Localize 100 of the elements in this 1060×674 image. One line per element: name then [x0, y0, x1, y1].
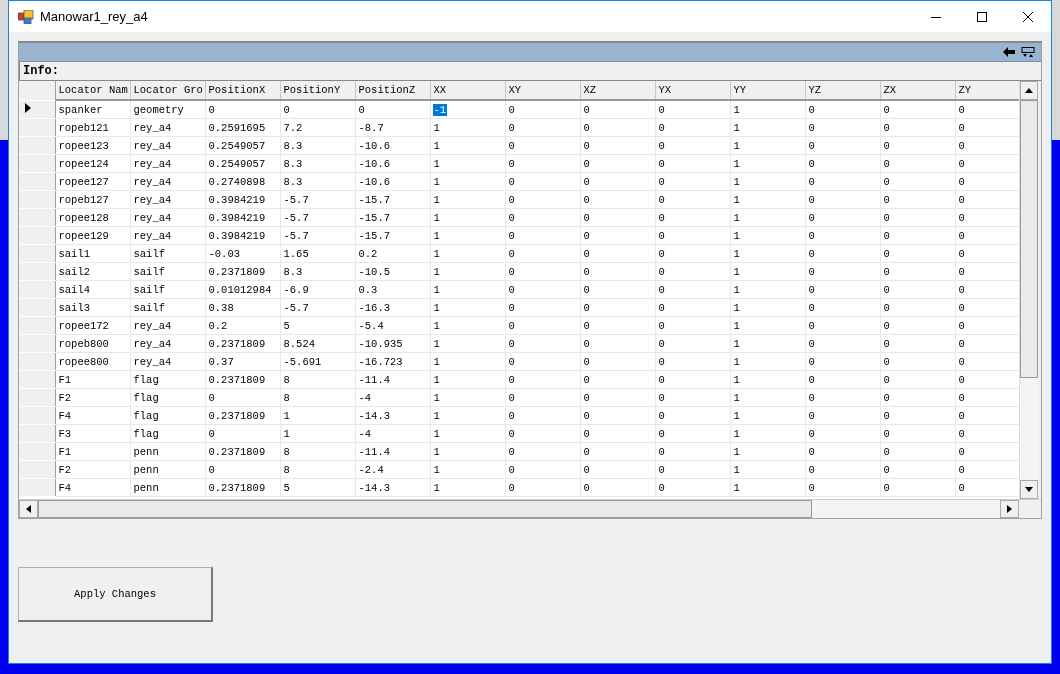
table-cell: -16.723 [357, 355, 404, 368]
table-cell: 0 [507, 445, 516, 458]
dropdown-panel-icon[interactable] [1021, 46, 1035, 58]
table-cell: 1 [432, 283, 441, 296]
table-cell: flag [132, 409, 160, 422]
table-cell: 0 [957, 139, 966, 152]
table-cell: 0 [507, 319, 516, 332]
table-cell: penn [132, 481, 160, 494]
table-cell: 0 [882, 121, 891, 134]
column-header[interactable]: XY [505, 81, 580, 100]
table-cell: 0 [807, 355, 816, 368]
table-cell: 0 [507, 427, 516, 440]
table-cell: 0.3984219 [207, 229, 267, 242]
table-cell: 0 [582, 157, 591, 170]
table-cell: ropee124 [57, 157, 110, 170]
table-cell: rey_a4 [132, 211, 173, 224]
table-cell: sail2 [57, 265, 91, 278]
table-cell: -4 [357, 391, 373, 404]
table-cell: -5.4 [357, 319, 385, 332]
table-cell: 0 [507, 301, 516, 314]
table-cell: 0 [582, 463, 591, 476]
table-cell: 8.3 [282, 175, 304, 188]
table-cell: 0 [582, 175, 591, 188]
table-cell: 8.524 [282, 337, 316, 350]
column-header[interactable]: YY [730, 81, 805, 100]
table-cell: 1 [432, 337, 441, 350]
table-cell: -15.7 [357, 193, 391, 206]
table-cell: 0 [957, 283, 966, 296]
column-header[interactable]: Locator Gro [130, 81, 205, 100]
column-header[interactable]: XX [430, 81, 505, 100]
table-cell: 0 [807, 283, 816, 296]
scrollbar-thumb[interactable] [1020, 100, 1038, 378]
table-cell: 0 [882, 265, 891, 278]
scroll-up-icon[interactable] [1025, 88, 1033, 93]
table-cell: 8 [282, 445, 291, 458]
table-cell: 1 [432, 121, 441, 134]
table-cell: 0 [582, 283, 591, 296]
column-header[interactable]: YZ [805, 81, 880, 100]
column-header[interactable]: PositionX [205, 81, 280, 100]
table-cell: 1 [432, 211, 441, 224]
table-cell: 0 [882, 139, 891, 152]
table-cell: 1 [432, 301, 441, 314]
table-cell: 1 [432, 445, 441, 458]
table-cell: -5.7 [282, 211, 310, 224]
table-cell: -15.7 [357, 211, 391, 224]
table-cell: ropee127 [57, 175, 110, 188]
table-cell: 0 [957, 247, 966, 260]
column-header[interactable]: ZX [880, 81, 955, 100]
column-header[interactable]: Locator Nam [55, 81, 130, 100]
scroll-left-icon[interactable] [26, 505, 31, 513]
table-cell: 1 [732, 283, 741, 296]
table-cell: -6.9 [282, 283, 310, 296]
table-cell: 0.3984219 [207, 193, 267, 206]
table-cell: 8.3 [282, 139, 304, 152]
table-cell: 0 [807, 427, 816, 440]
table-cell: -10.5 [357, 265, 391, 278]
horizontal-scrollbar[interactable] [19, 500, 1019, 518]
table-cell: 0.37 [207, 355, 235, 368]
column-header[interactable]: YX [655, 81, 730, 100]
table-cell: 0 [357, 103, 366, 116]
table-cell: 0 [957, 427, 966, 440]
table-cell: 1 [732, 229, 741, 242]
table-cell: 1 [432, 265, 441, 278]
column-header[interactable]: PositionY [280, 81, 355, 100]
table-cell: 1 [732, 337, 741, 350]
table-cell: -11.4 [357, 373, 391, 386]
table-cell: 0 [582, 211, 591, 224]
table-cell: 0 [957, 211, 966, 224]
table-cell: 0 [582, 337, 591, 350]
table-cell: -14.3 [357, 481, 391, 494]
table-cell: 0 [882, 283, 891, 296]
table-cell: 1 [432, 247, 441, 260]
table-cell: rey_a4 [132, 139, 173, 152]
apply-changes-button[interactable]: Apply Changes [18, 567, 213, 622]
table-cell: 8.3 [282, 265, 304, 278]
table-cell: spanker [57, 103, 104, 116]
scroll-right-icon[interactable] [1007, 505, 1012, 513]
scrollbar-thumb[interactable] [38, 500, 812, 518]
scroll-down-icon[interactable] [1025, 487, 1033, 492]
table-cell: 0 [507, 409, 516, 422]
table-cell: 1 [732, 463, 741, 476]
arrow-left-icon[interactable] [1003, 47, 1015, 57]
column-header[interactable]: PositionZ [355, 81, 430, 100]
table-cell: 0 [507, 481, 516, 494]
table-cell: 0 [582, 265, 591, 278]
table-cell: 0 [882, 175, 891, 188]
table-cell: 0.38 [207, 301, 235, 314]
table-cell: 0.2549057 [207, 139, 267, 152]
column-header[interactable]: ZY [955, 81, 1019, 100]
column-header[interactable]: XZ [580, 81, 655, 100]
table-cell: 0 [882, 301, 891, 314]
table-cell: 0 [507, 391, 516, 404]
table-cell: -5.691 [282, 355, 323, 368]
vertical-scrollbar[interactable] [1019, 81, 1038, 499]
table-cell: 0 [807, 103, 816, 116]
table-cell: 1 [732, 301, 741, 314]
table-cell: 8.3 [282, 157, 304, 170]
table-cell: 0 [957, 445, 966, 458]
table-cell: 0 [807, 373, 816, 386]
table-cell: 0 [807, 229, 816, 242]
